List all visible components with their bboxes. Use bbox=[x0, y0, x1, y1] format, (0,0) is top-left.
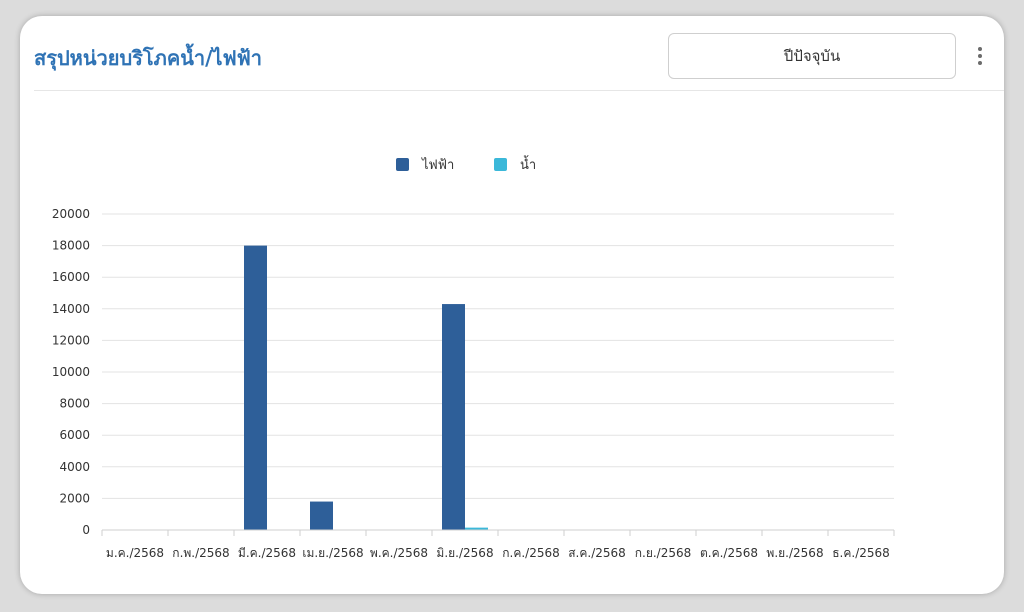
y-axis: 0 2000 4000 6000 8000 10000 12000 14000 16000 180… bbox=[52, 207, 90, 537]
chart-legend[interactable]: ไฟฟ้า น้ำ bbox=[396, 155, 536, 173]
x-tick-label: ก.พ./2568 bbox=[172, 546, 229, 560]
legend-swatch[interactable] bbox=[494, 158, 507, 171]
legend-label[interactable]: น้ำ bbox=[520, 155, 536, 173]
bar-electricity[interactable] bbox=[442, 304, 465, 530]
x-tick-label: มิ.ย./2568 bbox=[436, 546, 493, 560]
x-tick-label: ก.ค./2568 bbox=[502, 546, 560, 560]
y-tick-label: 6000 bbox=[59, 428, 90, 442]
y-tick-label: 0 bbox=[82, 523, 90, 537]
x-tick-label: เม.ย./2568 bbox=[302, 546, 363, 560]
x-axis: ม.ค./2568 ก.พ./2568 มี.ค./2568 เม.ย./2568 พ.… bbox=[101, 529, 895, 560]
x-tick-label: ก.ย./2568 bbox=[635, 546, 692, 560]
bar-chart: 0 2000 4000 6000 8000 10000 12000 14000 16000 180… bbox=[52, 155, 895, 560]
bar-electricity[interactable] bbox=[244, 245, 267, 530]
legend-swatch[interactable] bbox=[396, 158, 409, 171]
y-tick-label: 12000 bbox=[52, 333, 90, 347]
x-tick-label: มี.ค./2568 bbox=[238, 546, 296, 560]
x-tick-label: พ.ย./2568 bbox=[766, 546, 823, 560]
chart-bars bbox=[244, 245, 488, 530]
legend-label[interactable]: ไฟฟ้า bbox=[421, 157, 454, 173]
x-tick-label: ม.ค./2568 bbox=[106, 546, 164, 560]
chart-grid bbox=[102, 213, 894, 531]
y-tick-label: 4000 bbox=[59, 460, 90, 474]
y-tick-label: 2000 bbox=[59, 491, 90, 505]
y-tick-label: 18000 bbox=[52, 239, 90, 253]
x-tick-label: ต.ค./2568 bbox=[700, 546, 758, 560]
x-tick-label: พ.ค./2568 bbox=[370, 546, 428, 560]
y-tick-label: 10000 bbox=[52, 365, 90, 379]
y-tick-label: 16000 bbox=[52, 270, 90, 284]
y-tick-label: 20000 bbox=[52, 207, 90, 221]
bar-electricity[interactable] bbox=[310, 501, 333, 530]
x-tick-label: ธ.ค./2568 bbox=[832, 546, 890, 560]
y-tick-label: 14000 bbox=[52, 302, 90, 316]
y-tick-label: 8000 bbox=[59, 397, 90, 411]
x-tick-label: ส.ค./2568 bbox=[568, 546, 626, 560]
